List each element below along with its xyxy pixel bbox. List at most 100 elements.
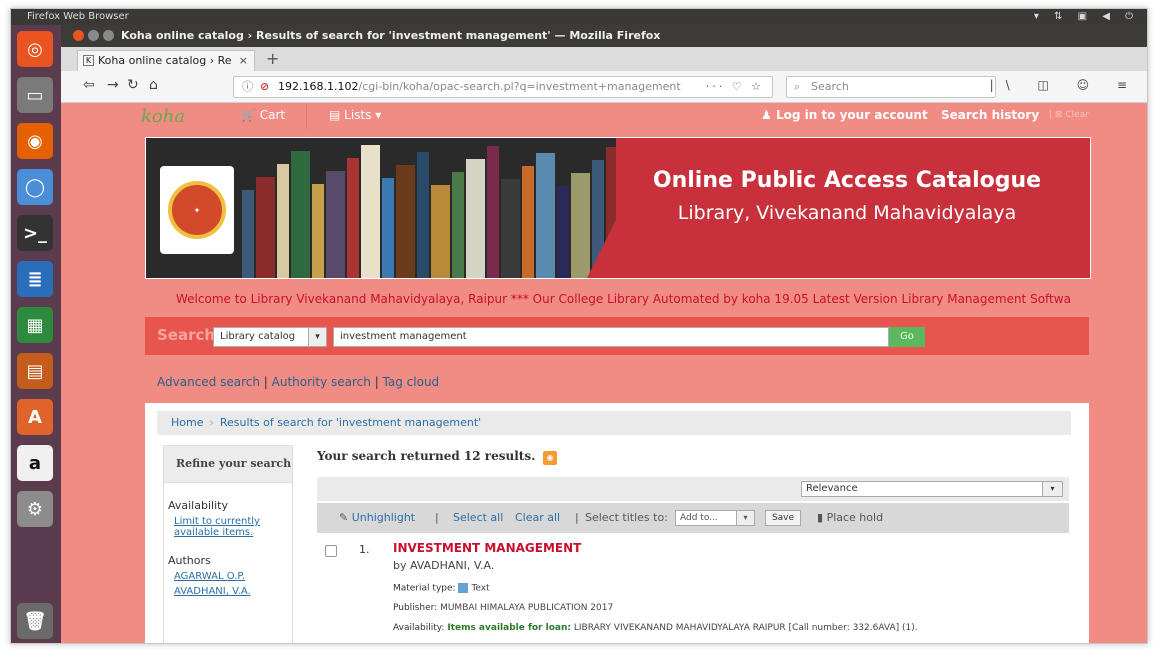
search-strip: Search Library catalog ▾ investment manag… (145, 317, 1089, 355)
breadcrumb-current[interactable]: Results of search for 'investment manage… (220, 416, 481, 429)
terminal-icon[interactable]: >_ (17, 215, 53, 251)
limit-available-link[interactable]: Limit to currently available items. (164, 516, 292, 538)
add-to-select[interactable]: Add to... ▾ (675, 510, 755, 526)
result-checkbox[interactable] (325, 545, 337, 557)
forward-icon[interactable]: → (107, 77, 119, 93)
close-window-button[interactable] (73, 30, 84, 41)
book-spine (522, 166, 534, 278)
writer-icon[interactable]: ≣ (17, 261, 53, 297)
tab-strip: K Koha online catalog › Re × + (61, 47, 1147, 71)
refine-heading: Refine your search (163, 445, 293, 483)
book-spine (417, 152, 429, 278)
trash-icon[interactable]: 🗑 (17, 603, 53, 639)
chevron-down-icon: ▾ (736, 511, 754, 525)
cart-icon: 🛒 (241, 108, 260, 122)
book-spine (361, 145, 380, 278)
info-icon[interactable]: ⓘ (242, 77, 253, 97)
result-title[interactable]: INVESTMENT MANAGEMENT (393, 541, 581, 555)
clear-all-link[interactable]: Clear all (515, 503, 560, 533)
close-tab-icon[interactable]: × (239, 51, 248, 71)
book-spine (557, 186, 569, 278)
login-label: Log in to your account (775, 108, 928, 122)
authority-search-link[interactable]: Authority search (272, 375, 371, 389)
banner-title: Online Public Access Catalogue (652, 168, 1042, 193)
login-link[interactable]: ♟ Log in to your account (761, 108, 928, 122)
availability-line: Availability: Items available for loan: … (393, 623, 918, 633)
search-input[interactable]: ⌕ Search (786, 76, 996, 98)
header-divider (306, 103, 307, 129)
tab-koha[interactable]: K Koha online catalog › Re × (77, 50, 255, 71)
bookmark-icon: ▮ (817, 511, 827, 524)
user-icon: ♟ (761, 108, 776, 122)
search-links: Advanced search | Authority search | Tag… (157, 375, 440, 389)
cart-link[interactable]: 🛒 Cart (241, 108, 285, 122)
results-summary: Your search returned 12 results. (317, 449, 536, 463)
author-link[interactable]: AVADHANI, V.A. (164, 586, 292, 597)
catalog-select[interactable]: Library catalog ▾ (213, 327, 327, 347)
home-icon[interactable]: ⌂ (149, 77, 158, 93)
window-titlebar: Koha online catalog › Results of search … (61, 25, 1147, 47)
book-spine (256, 177, 275, 278)
banner-subtitle: Library, Vivekanand Mahavidyalaya (677, 202, 1017, 224)
search-icon: ⌕ (794, 80, 801, 93)
book-spine (571, 173, 590, 278)
settings-icon[interactable]: ⚙ (17, 491, 53, 527)
chromium-icon[interactable]: ◯ (17, 169, 53, 205)
koha-logo[interactable]: koha (141, 106, 185, 127)
reload-icon[interactable]: ↻ (127, 77, 139, 93)
catalog-value: Library catalog (220, 331, 296, 342)
book-spine (396, 165, 415, 278)
search-history-link[interactable]: Search history (941, 108, 1039, 122)
select-all-link[interactable]: Select all (453, 503, 503, 533)
publisher-line: Publisher: MUMBAI HIMALAYA PUBLICATION 2… (393, 603, 613, 613)
query-input[interactable]: investment management (333, 327, 889, 347)
go-button[interactable]: Go (889, 327, 925, 347)
breadcrumb-home[interactable]: Home (171, 416, 203, 429)
firefox-window: Koha online catalog › Results of search … (61, 25, 1147, 643)
page-actions-icons[interactable]: ··· ♡ ☆ (706, 77, 764, 97)
unhighlight-link[interactable]: Unhighlight (352, 511, 415, 524)
sort-select[interactable]: Relevance ▾ (801, 481, 1063, 497)
library-banner: ✦ Online Public Access Catalogue Library… (145, 137, 1091, 279)
tab-label: Koha online catalog › Re (98, 54, 232, 67)
welcome-marquee: Welcome to Library Vivekanand Mahavidyal… (176, 292, 1071, 306)
save-button[interactable]: Save (765, 510, 801, 526)
book-spine (326, 171, 345, 278)
advanced-search-link[interactable]: Advanced search (157, 375, 260, 389)
author-link[interactable]: AGARWAL O.P. (164, 571, 292, 582)
breadcrumb: Home › Results of search for 'investment m… (157, 411, 1071, 435)
list-icon: ▤ (329, 108, 345, 122)
lists-menu[interactable]: ▤ Lists ▾ (329, 108, 381, 122)
ubuntu-logo-icon[interactable]: ◎ (17, 31, 53, 67)
koha-page: koha 🛒 Cart ▤ Lists ▾ ♟ Log in to your a… (61, 103, 1147, 643)
maximize-window-button[interactable] (103, 30, 114, 41)
firefox-icon[interactable]: ◉ (17, 123, 53, 159)
place-hold-link[interactable]: Place hold (827, 511, 883, 524)
rss-icon[interactable]: ◉ (543, 451, 557, 465)
software-center-icon[interactable]: A (17, 399, 53, 435)
url-host: 192.168.1.102 (278, 80, 359, 93)
cart-label: Cart (259, 108, 286, 122)
minimize-window-button[interactable] (88, 30, 99, 41)
back-icon[interactable]: ⇦ (83, 77, 95, 93)
chevron-down-icon: ▾ (308, 328, 326, 346)
amazon-icon[interactable]: a (17, 445, 53, 481)
url-path: /cgi-bin/koha/opac-search.pl?q=investmen… (358, 80, 681, 93)
result-author[interactable]: by AVADHANI, V.A. (393, 559, 494, 572)
book-spine (312, 184, 324, 278)
files-icon[interactable]: ▭ (17, 77, 53, 113)
search-label: Search (157, 326, 216, 344)
availability-detail[interactable]: LIBRARY VIVEKANAND MAHAVIDYALAYA RAIPUR … (574, 623, 918, 633)
toolbar-icons[interactable]: |\ ◫ ☺ ≡ (990, 78, 1139, 92)
new-tab-icon[interactable]: + (266, 49, 279, 68)
url-bar[interactable]: ⓘ ⊘ 192.168.1.102/cgi-bin/koha/opac-sear… (233, 76, 773, 98)
college-seal-icon: ✦ (168, 181, 226, 239)
book-spine (242, 190, 254, 278)
book-spine (487, 146, 499, 278)
ubuntu-launcher: ◎ ▭ ◉ ◯ >_ ≣ ▦ ▤ Aa ⚙ 🗑 (11, 25, 61, 643)
impress-icon[interactable]: ▤ (17, 353, 53, 389)
calc-icon[interactable]: ▦ (17, 307, 53, 343)
clear-history-link[interactable]: | ⊠ Clear (1049, 110, 1089, 120)
system-tray[interactable]: ▾ ⇅ ▣ ◀ ⏻ (1034, 9, 1139, 25)
tag-cloud-link[interactable]: Tag cloud (383, 375, 440, 389)
